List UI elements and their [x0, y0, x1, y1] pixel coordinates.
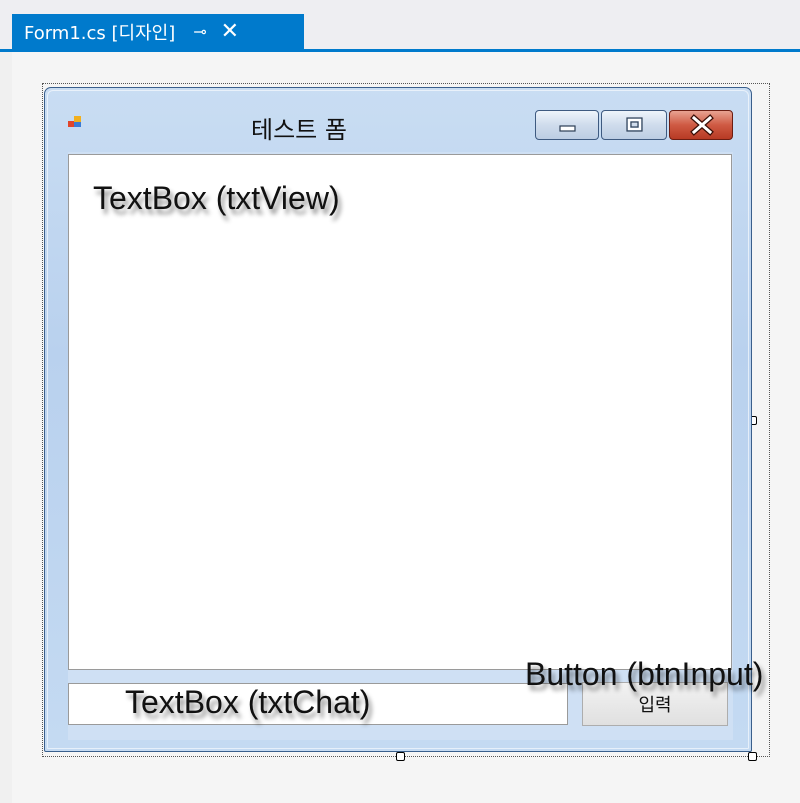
txtview-annotation: TextBox (txtView) [93, 180, 340, 216]
maximize-icon [626, 117, 643, 132]
close-button[interactable] [669, 110, 733, 140]
form-client-area: 입력 [68, 152, 733, 740]
close-icon[interactable]: ✕ [221, 20, 239, 43]
resize-handle-corner[interactable] [748, 752, 757, 761]
form-title: 테스트 폼 [251, 116, 347, 144]
close-icon [690, 114, 714, 136]
txtchat-annotation: TextBox (txtChat) [125, 684, 371, 720]
maximize-button[interactable] [601, 110, 667, 140]
document-tab-strip: Form1.cs [디자인] ⊸ ✕ [0, 0, 800, 52]
btninput-annotation: Button (btnInput) [525, 656, 764, 692]
document-tab[interactable]: Form1.cs [디자인] ⊸ ✕ [12, 14, 304, 49]
minimize-icon [559, 125, 576, 132]
resize-handle-bottom[interactable] [396, 752, 405, 761]
txtview-textbox[interactable] [68, 154, 732, 670]
minimize-button[interactable] [535, 110, 599, 140]
pin-icon[interactable]: ⊸ [193, 22, 206, 41]
document-tab-title: Form1.cs [디자인] [24, 22, 176, 44]
form-icon [68, 116, 81, 127]
btninput-label: 입력 [638, 695, 672, 716]
